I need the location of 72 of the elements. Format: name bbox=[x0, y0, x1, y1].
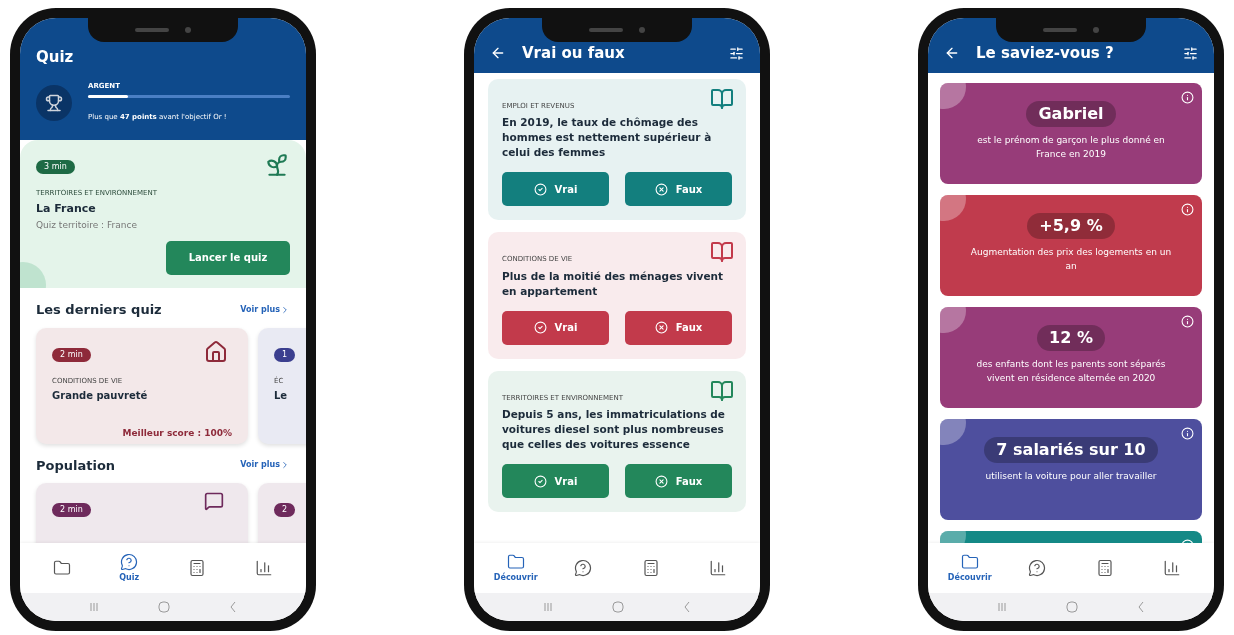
fact-highlight: +5,9 % bbox=[1027, 212, 1115, 239]
nav-tab[interactable]: Découvrir bbox=[487, 552, 544, 584]
quiz-title: La France bbox=[36, 200, 97, 217]
check-circle-icon bbox=[533, 321, 547, 334]
answer-button[interactable]: Faux bbox=[625, 172, 732, 206]
book-question-icon bbox=[710, 240, 734, 264]
quiz-card[interactable]: 2 min bbox=[36, 483, 248, 543]
calculator-icon bbox=[187, 559, 206, 577]
screen-title: Vrai ou faux bbox=[522, 43, 626, 64]
question-text: Plus de la moitié des ménages vivent en appartement bbox=[502, 268, 725, 299]
house-icon bbox=[204, 339, 228, 364]
book-question-icon bbox=[710, 378, 734, 403]
bar-chart-icon bbox=[255, 559, 274, 577]
cross-circle-icon bbox=[654, 321, 668, 334]
settings-icon[interactable] bbox=[1183, 45, 1198, 61]
fact-text: utilisent la voiture pour aller travailler bbox=[985, 469, 1157, 483]
chat-bubble-icon bbox=[204, 491, 224, 511]
question-bubble-icon bbox=[1028, 559, 1047, 577]
fact-text: des enfants dont les parents sont séparés vivent en résidence alternée en 2020 bbox=[975, 357, 1167, 385]
info-icon[interactable] bbox=[1181, 90, 1194, 104]
cross-circle-icon bbox=[654, 474, 668, 488]
answer-button[interactable]: Faux bbox=[625, 464, 732, 498]
question-text: En 2019, le taux de chômage des hommes est nettement supérieur à celui des femmes bbox=[502, 115, 713, 160]
settings-icon[interactable] bbox=[729, 45, 744, 61]
answer-button[interactable]: Vrai bbox=[502, 464, 609, 498]
chevron-right-icon bbox=[280, 460, 290, 471]
fact-highlight: Gabriel bbox=[1026, 100, 1116, 127]
answer-button[interactable]: Faux bbox=[625, 310, 732, 345]
bar-chart-icon bbox=[1163, 559, 1182, 577]
calculator-icon bbox=[641, 559, 660, 577]
question-bubble-icon bbox=[120, 552, 139, 571]
fact-text: Augmentation des prix des logements en un an bbox=[969, 245, 1173, 273]
screen-title: Le saviez-vous ? bbox=[976, 43, 1115, 64]
duration-badge: 2 bbox=[274, 503, 296, 517]
best-score: Meilleur score : 100% bbox=[121, 427, 232, 440]
see-more-link[interactable]: Voir plus bbox=[240, 303, 290, 316]
bar-chart-icon bbox=[709, 559, 728, 577]
duration-badge: 1 bbox=[274, 347, 296, 362]
folder-icon bbox=[506, 552, 525, 571]
info-icon[interactable] bbox=[1181, 426, 1194, 440]
question-text: Depuis 5 ans, les immatriculations de voitures diesel sont plus nombreuses que celles des voitures essence bbox=[502, 407, 726, 452]
see-more-link[interactable]: Voir plus bbox=[240, 459, 290, 472]
duration-badge: 3 min bbox=[36, 160, 75, 174]
check-circle-icon bbox=[533, 182, 547, 196]
section-title: Population bbox=[36, 456, 116, 475]
nav-tab[interactable]: Découvrir bbox=[941, 552, 998, 584]
quiz-title: Le bbox=[274, 389, 289, 403]
quiz-subtitle: Quiz territoire : France bbox=[36, 219, 138, 232]
trophy-icon bbox=[45, 94, 63, 113]
screen-title: Quiz bbox=[36, 47, 75, 68]
section-title: Les derniers quiz bbox=[36, 301, 162, 319]
chevron-right-icon bbox=[280, 304, 290, 315]
sprout-hand-icon bbox=[264, 152, 290, 178]
fact-highlight: 7 salariés sur 10 bbox=[984, 436, 1158, 463]
duration-badge: 2 min bbox=[52, 347, 91, 362]
duration-badge: 2 min bbox=[52, 503, 91, 517]
quiz-title: Grande pauvreté bbox=[52, 389, 149, 403]
answer-button[interactable]: Vrai bbox=[502, 310, 609, 345]
check-circle-icon bbox=[533, 474, 547, 488]
info-icon[interactable] bbox=[1181, 202, 1194, 216]
info-icon[interactable] bbox=[1181, 314, 1194, 328]
folder-icon bbox=[52, 559, 71, 577]
answer-button[interactable]: Vrai bbox=[502, 172, 609, 206]
fact-text: est le prénom de garçon le plus donné en France en 2019 bbox=[976, 133, 1166, 161]
nav-tab[interactable]: Quiz bbox=[101, 552, 158, 584]
calculator-icon bbox=[1095, 559, 1114, 577]
book-question-icon bbox=[710, 86, 734, 111]
cross-circle-icon bbox=[654, 182, 668, 196]
start-quiz-button[interactable]: Lancer le quiz bbox=[166, 240, 290, 275]
folder-icon bbox=[960, 552, 979, 571]
question-bubble-icon bbox=[574, 559, 593, 577]
fact-highlight: 12 % bbox=[1037, 324, 1105, 351]
